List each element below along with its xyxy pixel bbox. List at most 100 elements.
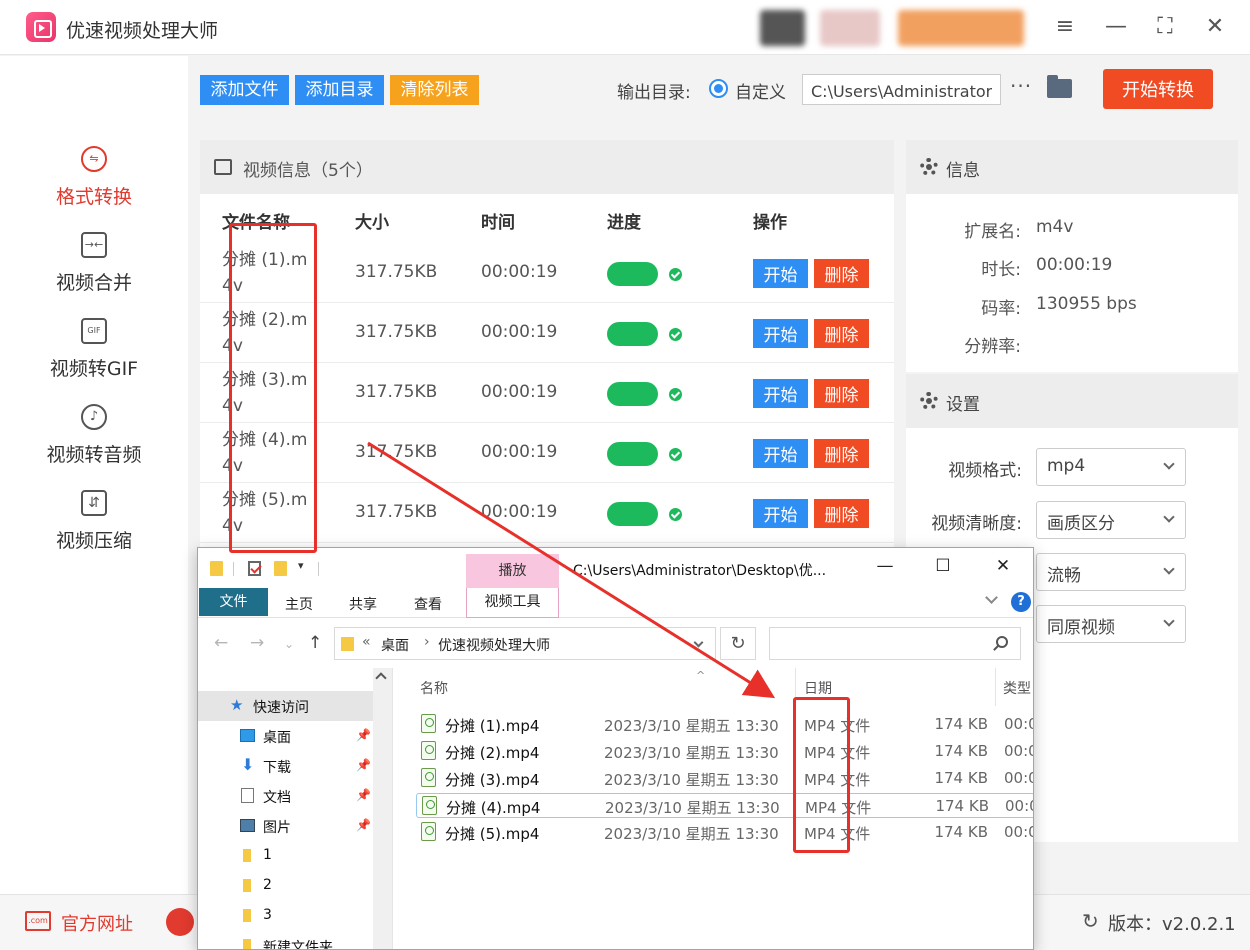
file-size: 317.75KB bbox=[355, 382, 438, 402]
start-button[interactable]: 开始 bbox=[753, 259, 808, 288]
tree-item-folder-2[interactable]: 2 bbox=[198, 871, 373, 901]
start-convert-button[interactable]: 开始转换 bbox=[1103, 69, 1213, 109]
resolution-select[interactable]: 同原视频 bbox=[1036, 605, 1186, 643]
refresh-icon[interactable]: ↻ bbox=[1082, 909, 1099, 933]
list-item[interactable]: 分摊 (2).mp4 2023/3/10 星期五 13:30 MP4 文件 17… bbox=[416, 739, 1033, 764]
version-label: 版本：v2.0.2.1 bbox=[1108, 914, 1236, 935]
pin-icon[interactable]: 📌 bbox=[356, 728, 371, 742]
open-folder-icon[interactable] bbox=[1047, 75, 1072, 98]
tab-home[interactable]: 主页 bbox=[285, 594, 313, 614]
clear-list-button[interactable]: 清除列表 bbox=[390, 75, 479, 105]
tree-item-desktop[interactable]: 桌面 📌 bbox=[198, 721, 373, 751]
list-item[interactable]: 分摊 (1).mp4 2023/3/10 星期五 13:30 MP4 文件 17… bbox=[416, 712, 1033, 737]
sidebar-item-video-to-audio[interactable]: ♪ 视频转音频 bbox=[0, 404, 188, 467]
chevron-down-icon bbox=[1163, 458, 1175, 470]
breadcrumb-folder[interactable]: 优速视频处理大师 bbox=[438, 635, 550, 655]
recent-locations-icon[interactable]: ⌄ bbox=[284, 637, 294, 651]
minimize-icon[interactable]: — bbox=[870, 556, 900, 576]
fluency-select[interactable]: 流畅 bbox=[1036, 553, 1186, 591]
website-icon[interactable]: .com bbox=[25, 911, 51, 931]
official-site-link[interactable]: 官方网址 bbox=[61, 910, 133, 936]
delete-button[interactable]: 删除 bbox=[814, 499, 869, 528]
customer-service-icon[interactable] bbox=[166, 908, 194, 936]
tree-item-quick-access[interactable]: ★ 快速访问 bbox=[198, 691, 373, 721]
scrollbar[interactable] bbox=[373, 668, 392, 949]
tree-item-downloads[interactable]: ⬇ 下载 📌 bbox=[198, 751, 373, 781]
custom-output-label[interactable]: 自定义 bbox=[735, 78, 786, 103]
pin-icon[interactable]: 📌 bbox=[356, 758, 371, 772]
minimize-icon[interactable]: — bbox=[1103, 14, 1129, 40]
delete-button[interactable]: 删除 bbox=[814, 259, 869, 288]
tree-item-label: 文档 bbox=[263, 790, 291, 806]
start-button[interactable]: 开始 bbox=[753, 319, 808, 348]
video-format-select[interactable]: mp4 bbox=[1036, 448, 1186, 486]
tree-item-documents[interactable]: 文档 📌 bbox=[198, 781, 373, 811]
tab-view[interactable]: 查看 bbox=[414, 594, 442, 614]
forward-arrow-icon[interactable]: → bbox=[250, 633, 264, 653]
close-icon[interactable]: ✕ bbox=[988, 556, 1018, 576]
delete-button[interactable]: 删除 bbox=[814, 439, 869, 468]
file-name: 分摊 (3).mp4 bbox=[445, 771, 540, 789]
play-context-tab[interactable]: 播放 bbox=[466, 554, 559, 589]
tree-item-folder-1[interactable]: 1 bbox=[198, 841, 373, 871]
column-header-name[interactable]: 名称 bbox=[420, 678, 448, 698]
column-divider[interactable] bbox=[995, 668, 996, 706]
column-header-type[interactable]: 类型 bbox=[1003, 678, 1031, 698]
audio-wave-icon: ♪ bbox=[81, 404, 107, 430]
help-icon[interactable]: ? bbox=[1011, 592, 1031, 612]
customize-toolbar-icon[interactable]: ▾ bbox=[298, 559, 304, 572]
up-arrow-icon[interactable]: ↑ bbox=[308, 633, 322, 653]
add-folder-button[interactable]: 添加目录 bbox=[295, 75, 384, 105]
file-duration: 00:00:19 bbox=[481, 322, 558, 342]
desktop-icon bbox=[240, 729, 255, 742]
scroll-up-icon[interactable] bbox=[375, 672, 387, 684]
pin-icon[interactable]: 📌 bbox=[356, 788, 371, 802]
video-quality-select[interactable]: 画质区分 bbox=[1036, 501, 1186, 539]
file-duration: 00:0 bbox=[1004, 715, 1033, 733]
folder-icon bbox=[243, 909, 251, 922]
start-button[interactable]: 开始 bbox=[753, 499, 808, 528]
refresh-button[interactable]: ↻ bbox=[720, 627, 756, 660]
file-size: 174 KB bbox=[934, 715, 988, 733]
search-input[interactable] bbox=[769, 627, 1021, 660]
output-path-input[interactable] bbox=[802, 74, 1001, 105]
sidebar-item-video-merge[interactable]: →← 视频合并 bbox=[0, 232, 188, 295]
properties-icon[interactable] bbox=[248, 561, 261, 576]
breadcrumb-desktop[interactable]: 桌面 bbox=[381, 635, 409, 655]
list-item[interactable]: 分摊 (3).mp4 2023/3/10 星期五 13:30 MP4 文件 17… bbox=[416, 766, 1033, 791]
list-item[interactable]: 分摊 (5).mp4 2023/3/10 星期五 13:30 MP4 文件 17… bbox=[416, 820, 1033, 845]
file-explorer-window[interactable]: ▾ 播放 C:\Users\Administrator\Desktop\优...… bbox=[197, 547, 1034, 950]
tab-video-tools[interactable]: 视频工具 bbox=[466, 588, 559, 618]
menu-icon[interactable]: ≡ bbox=[1052, 14, 1078, 40]
tree-item-folder-3[interactable]: 3 bbox=[198, 901, 373, 931]
column-header-date[interactable]: 日期 bbox=[804, 678, 832, 698]
more-options-icon[interactable]: ··· bbox=[1010, 74, 1032, 98]
delete-button[interactable]: 删除 bbox=[814, 379, 869, 408]
delete-button[interactable]: 删除 bbox=[814, 319, 869, 348]
tree-item-new-folder[interactable]: 新建文件夹 bbox=[198, 931, 373, 949]
check-circle-icon bbox=[669, 388, 682, 401]
sidebar-item-format-convert[interactable]: ⇋ 格式转换 bbox=[0, 146, 188, 209]
list-item-selected[interactable]: 分摊 (4).mp4 2023/3/10 星期五 13:30 MP4 文件 17… bbox=[416, 793, 1033, 818]
add-file-button[interactable]: 添加文件 bbox=[200, 75, 289, 105]
sidebar-item-video-to-gif[interactable]: GIF 视频转GIF bbox=[0, 318, 188, 381]
info-panel: 信息 扩展名: m4v 时长: 00:00:19 码率: 130955 bps … bbox=[906, 140, 1238, 372]
maximize-icon[interactable]: ☐ bbox=[928, 556, 958, 576]
new-folder-icon[interactable] bbox=[274, 561, 287, 576]
back-arrow-icon[interactable]: ← bbox=[214, 633, 228, 653]
sidebar-item-video-compress[interactable]: ⇵ 视频压缩 bbox=[0, 490, 188, 553]
breadcrumb-overflow[interactable]: « bbox=[362, 634, 371, 650]
tab-file[interactable]: 文件 bbox=[199, 588, 268, 616]
sidebar: ⇋ 格式转换 →← 视频合并 GIF 视频转GIF ♪ 视频转音频 ⇵ 视频压缩 bbox=[0, 56, 188, 894]
file-size: 174 KB bbox=[934, 823, 988, 841]
start-button[interactable]: 开始 bbox=[753, 439, 808, 468]
tree-item-pictures[interactable]: 图片 📌 bbox=[198, 811, 373, 841]
start-button[interactable]: 开始 bbox=[753, 379, 808, 408]
close-icon[interactable]: ✕ bbox=[1202, 14, 1228, 40]
custom-output-radio[interactable] bbox=[709, 79, 728, 98]
address-bar[interactable]: « 桌面 › 优速视频处理大师 bbox=[334, 627, 716, 660]
maximize-icon[interactable]: ⛶ bbox=[1152, 14, 1178, 40]
tab-share[interactable]: 共享 bbox=[349, 594, 377, 614]
pin-icon[interactable]: 📌 bbox=[356, 818, 371, 832]
chevron-down-icon[interactable] bbox=[693, 637, 704, 648]
